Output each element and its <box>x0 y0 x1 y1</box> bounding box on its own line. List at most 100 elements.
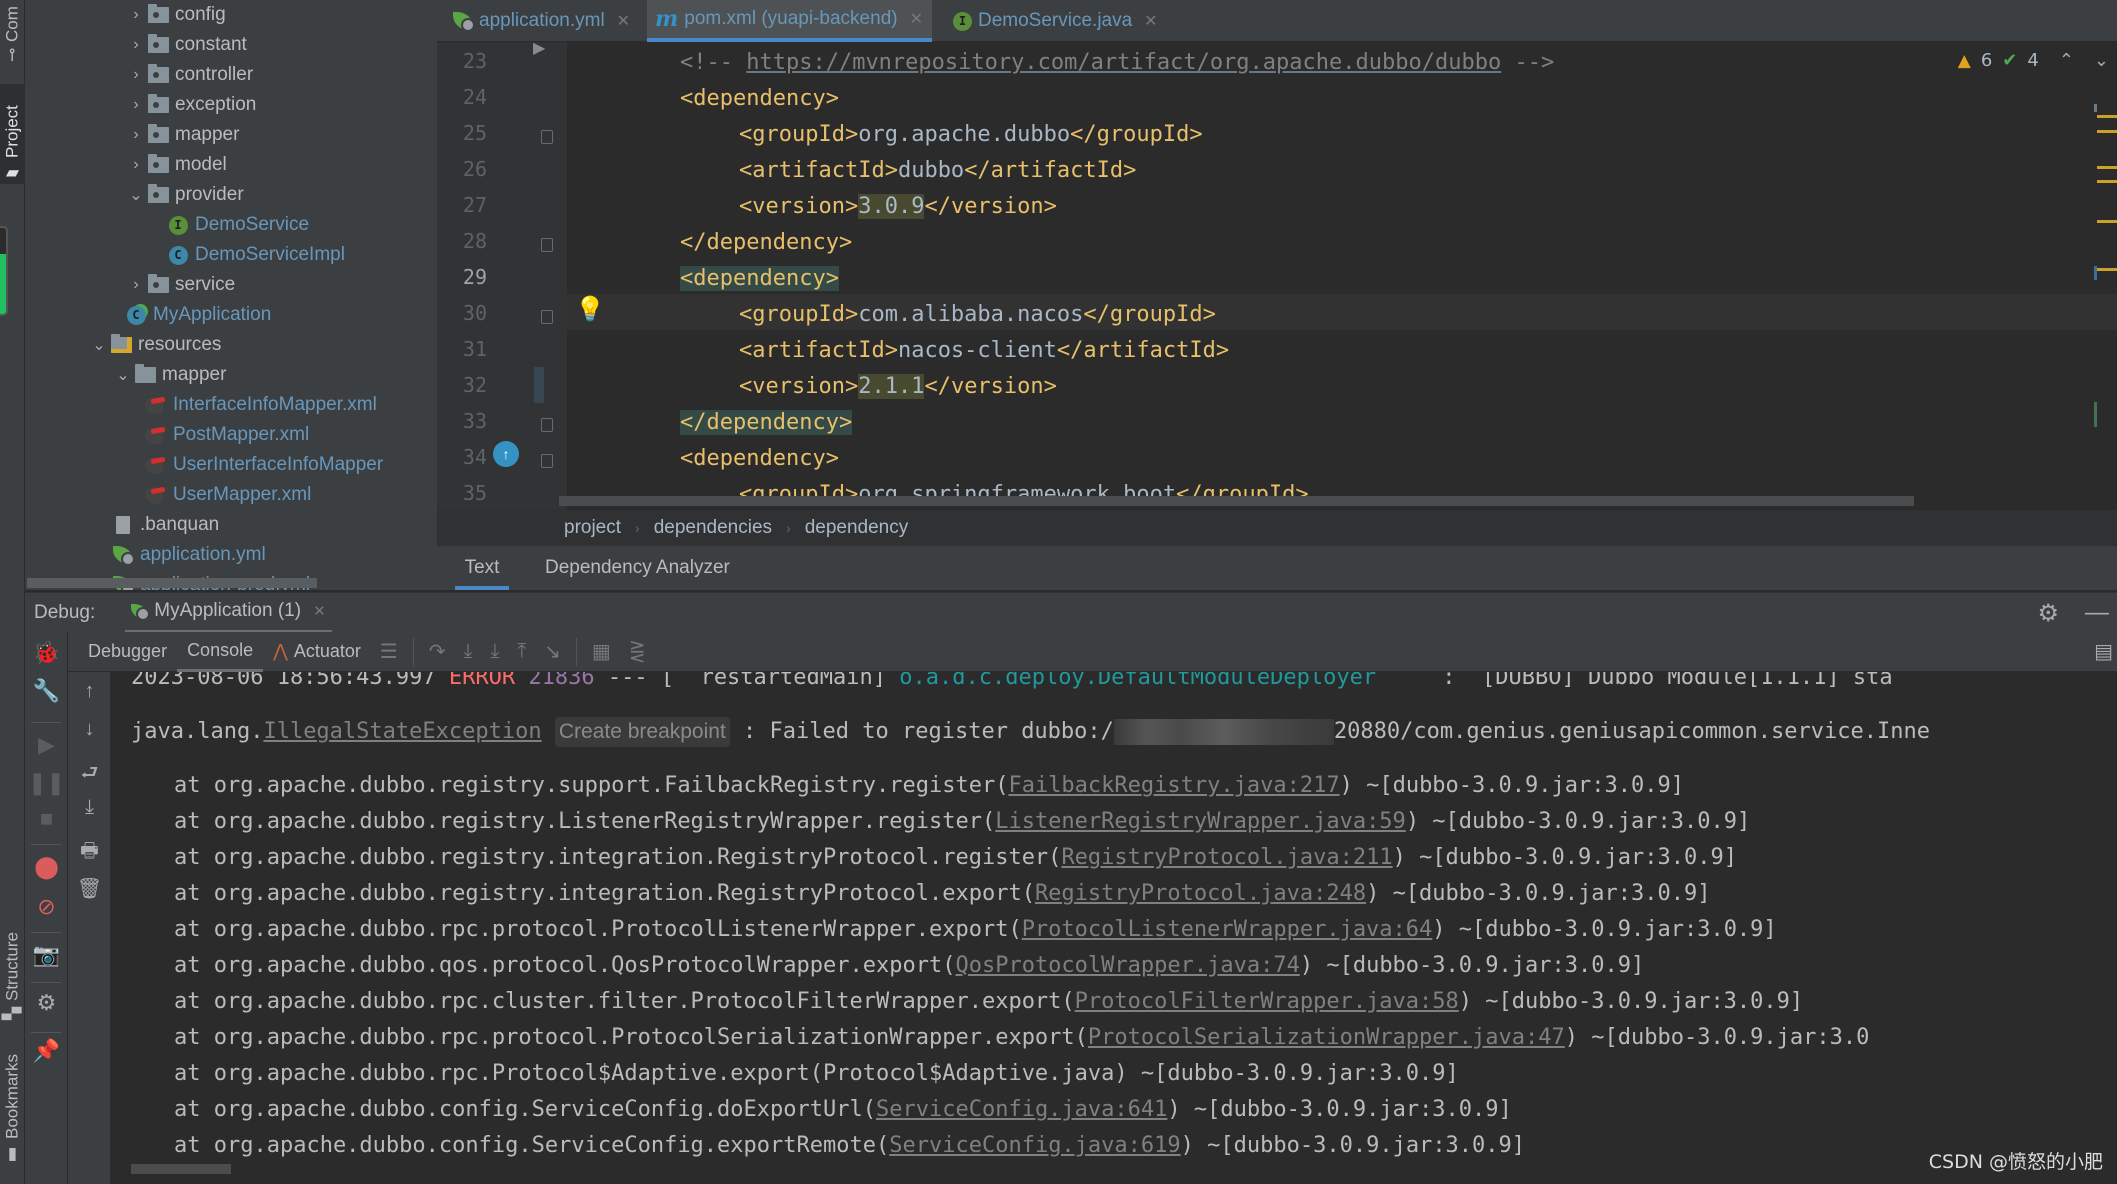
layout-settings-icon[interactable]: ▤ <box>2094 639 2113 664</box>
tree-item[interactable]: UserMapper.xml <box>145 480 311 510</box>
source-link[interactable]: ListenerRegistryWrapper.java:59 <box>995 809 1406 834</box>
mvnrepository-link[interactable]: https://mvnrepository.com/artifact/org.a… <box>746 50 1501 75</box>
chevron-right-icon[interactable]: › <box>125 156 147 174</box>
tree-item[interactable]: .banquan <box>112 510 219 540</box>
source-link[interactable]: ProtocolListenerWrapper.java:64 <box>1022 917 1433 942</box>
error-stripe-mark[interactable] <box>2097 130 2117 133</box>
breadcrumb-item[interactable]: project <box>564 517 621 539</box>
threads-icon[interactable]: ☰ <box>380 639 398 664</box>
tab-demoservice-java[interactable]: I DemoService.java ✕ <box>945 0 1166 42</box>
source-link[interactable]: RegistryProtocol.java:211 <box>1061 845 1392 870</box>
stop-icon[interactable]: ■ <box>25 806 68 832</box>
tab-debugger[interactable]: Debugger <box>78 632 177 672</box>
mute-breakpoints-icon[interactable]: ⊘ <box>25 894 68 920</box>
tree-item[interactable]: C DemoServiceImpl <box>167 240 345 270</box>
tree-item[interactable]: application.yml <box>112 540 266 570</box>
tree-item[interactable]: C MyApplication <box>125 300 271 330</box>
breadcrumb-item[interactable]: dependency <box>805 517 909 539</box>
run-to-cursor-icon[interactable]: ↘ <box>544 639 561 664</box>
tree-item[interactable]: › exception <box>125 90 256 120</box>
tree-item[interactable]: › controller <box>125 60 253 90</box>
tab-console[interactable]: Console <box>177 632 264 672</box>
chevron-down-icon[interactable]: ⌄ <box>112 365 134 385</box>
tab-pom-xml[interactable]: m pom.xml (yuapi-backend) ✕ <box>647 0 932 42</box>
debug-session-tab[interactable]: MyApplication (1) ✕ <box>125 593 332 633</box>
fold-icon[interactable] <box>541 130 553 144</box>
wrench-icon[interactable]: 🔧 <box>25 678 68 704</box>
minimize-icon[interactable]: — <box>2085 599 2109 627</box>
down-arrow-icon[interactable]: ↓ <box>68 718 111 741</box>
view-breakpoints-icon[interactable]: ⬤ <box>25 854 68 880</box>
step-over-icon[interactable]: ↷ <box>429 639 446 664</box>
project-tool-tab[interactable]: ▰ Project <box>0 84 25 184</box>
step-into-icon[interactable]: ⤓ <box>464 640 473 663</box>
step-out-icon[interactable]: ⤒ <box>517 640 526 663</box>
fold-icon[interactable] <box>541 454 553 468</box>
bookmarks-tool-tab[interactable]: ▮ Bookmarks <box>0 1040 25 1165</box>
error-stripe-mark[interactable] <box>2097 115 2117 118</box>
console-output[interactable]: 2023-08-06 18:56:43.997 ERROR 21836 --- … <box>111 672 2117 1184</box>
close-icon[interactable]: ✕ <box>910 9 923 29</box>
editor-horizontal-scrollbar[interactable] <box>559 496 1914 506</box>
console-horizontal-scrollbar[interactable] <box>131 1164 231 1174</box>
scroll-to-end-icon[interactable]: ⤓ <box>68 796 111 819</box>
lightbulb-icon[interactable]: 💡 <box>575 295 605 324</box>
chevron-right-icon[interactable]: › <box>125 276 147 294</box>
breadcrumb-item[interactable]: dependencies <box>654 517 772 539</box>
close-icon[interactable]: ✕ <box>1144 11 1157 31</box>
tree-item[interactable]: ⌄ resources <box>88 330 221 360</box>
tree-item[interactable]: › config <box>125 0 226 30</box>
gear-icon[interactable]: ⚙ <box>2037 599 2059 628</box>
structure-tool-tab[interactable]: ▚ Structure <box>0 920 25 1020</box>
tab-text[interactable]: Text <box>455 546 509 590</box>
pause-icon[interactable]: ❚❚ <box>25 770 68 796</box>
chevron-right-icon[interactable]: › <box>125 66 147 84</box>
close-icon[interactable]: ✕ <box>617 11 630 31</box>
error-stripe-mark[interactable] <box>2097 268 2117 271</box>
tree-item[interactable]: ⌄ provider <box>125 180 244 210</box>
chevron-down-icon[interactable]: ⌄ <box>88 335 110 355</box>
tab-actuator[interactable]: ⋀ Actuator <box>263 632 371 672</box>
trash-icon[interactable]: 🗑 <box>68 876 111 901</box>
force-step-into-icon[interactable]: ⤓ <box>490 640 499 663</box>
exception-class-link[interactable]: IllegalStateException <box>263 719 541 744</box>
error-stripe-mark[interactable] <box>2097 166 2117 169</box>
source-link[interactable]: FailbackRegistry.java:217 <box>1008 773 1339 798</box>
tree-item[interactable]: InterfaceInfoMapper.xml <box>145 390 377 420</box>
tab-application-yml[interactable]: application.yml ✕ <box>445 0 638 42</box>
fold-icon[interactable] <box>541 310 553 324</box>
previous-highlight-icon[interactable]: ⌃ <box>2059 50 2074 71</box>
fold-icon[interactable] <box>541 238 553 252</box>
fold-icon[interactable] <box>541 418 553 432</box>
chevron-right-icon[interactable]: › <box>125 126 147 144</box>
chevron-right-icon[interactable]: › <box>125 6 147 24</box>
soft-wrap-icon[interactable]: ⮐ <box>68 758 111 792</box>
up-arrow-icon[interactable]: ↑ <box>68 680 111 703</box>
next-highlight-icon[interactable]: ⌄ <box>2094 50 2109 71</box>
chevron-down-icon[interactable]: ⌄ <box>125 185 147 205</box>
source-link[interactable]: ProtocolSerializationWrapper.java:47 <box>1088 1025 1565 1050</box>
tree-item[interactable]: I DemoService <box>167 210 309 240</box>
chevron-right-icon[interactable]: › <box>125 96 147 114</box>
resume-icon[interactable]: ▶ <box>25 732 68 758</box>
print-icon[interactable]: 🖶 <box>68 836 111 870</box>
inspection-widget[interactable]: ▲ 6 ✔ 4 ⌃ ⌄ <box>1958 50 2109 71</box>
close-icon[interactable]: ✕ <box>313 602 326 620</box>
evaluate-expression-icon[interactable]: ▦ <box>592 639 611 664</box>
tree-item[interactable]: › mapper <box>125 120 239 150</box>
tree-item[interactable]: › service <box>125 270 235 300</box>
camera-icon[interactable]: 📷 <box>25 942 68 968</box>
chevron-right-icon[interactable]: › <box>125 36 147 54</box>
source-link[interactable]: ServiceConfig.java:619 <box>889 1133 1180 1158</box>
trace-stream-icon[interactable]: ⋛ <box>629 639 646 664</box>
source-link[interactable]: RegistryProtocol.java:248 <box>1035 881 1366 906</box>
tree-item[interactable]: ⌄ mapper <box>112 360 226 390</box>
commit-tool-tab[interactable]: ⊸ Com <box>0 0 25 62</box>
pin-icon[interactable]: 📌 <box>25 1038 68 1064</box>
source-link[interactable]: ServiceConfig.java:641 <box>876 1097 1167 1122</box>
create-breakpoint-button[interactable]: Create breakpoint <box>554 717 730 747</box>
settings-icon[interactable]: ⚙ <box>25 990 68 1016</box>
source-link[interactable]: QosProtocolWrapper.java:74 <box>955 953 1299 978</box>
error-stripe-mark[interactable] <box>2097 220 2117 223</box>
code-editor[interactable]: 23 24 25 26 27 28 29 30 31 32 33 34 35 ▶ 💡 ↑ <!-- ht… <box>437 42 2117 510</box>
